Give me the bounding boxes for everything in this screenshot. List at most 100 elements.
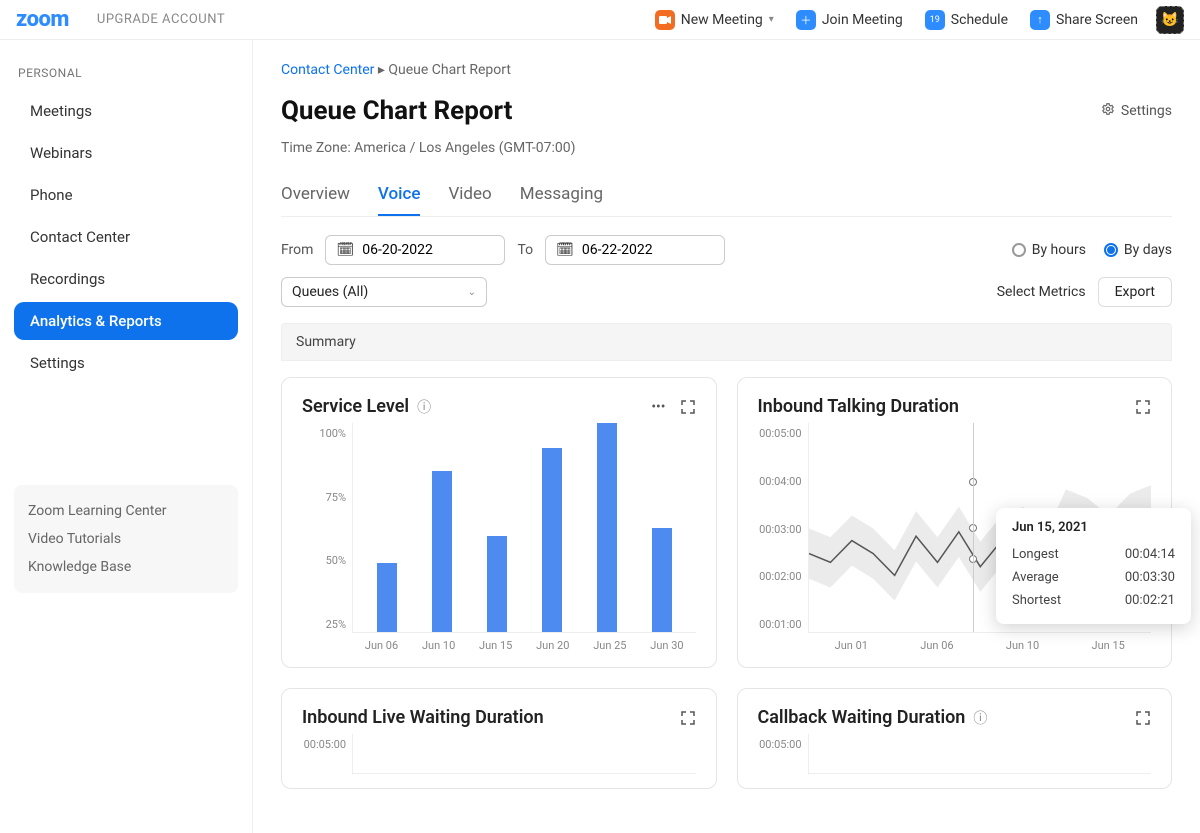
export-button[interactable]: Export xyxy=(1098,277,1172,307)
card-inbound-talking: Inbound Talking Duration 00:05:00 00:04:… xyxy=(737,377,1173,668)
chevron-down-icon: ▾ xyxy=(769,14,774,25)
sidebar-item-analytics-reports[interactable]: Analytics & Reports xyxy=(14,302,238,340)
calendar-icon: 🗓 xyxy=(336,242,354,258)
join-meeting-button[interactable]: ＋ Join Meeting xyxy=(796,10,903,30)
y-tick: 00:04:00 xyxy=(758,475,802,488)
y-tick: 00:03:00 xyxy=(758,523,802,536)
radio-by-days[interactable]: By days xyxy=(1104,242,1172,258)
y-tick: 00:05:00 xyxy=(758,427,802,440)
schedule-label: Schedule xyxy=(951,12,1008,28)
tooltip-label: Average xyxy=(1012,570,1059,585)
sidebar-item-webinars[interactable]: Webinars xyxy=(14,134,238,172)
x-tick: Jun 06 xyxy=(365,639,398,652)
from-date-input[interactable]: 🗓 xyxy=(325,235,505,265)
to-label: To xyxy=(517,242,533,258)
sidebar-item-recordings[interactable]: Recordings xyxy=(14,260,238,298)
expand-icon[interactable] xyxy=(1135,399,1151,415)
tab-video[interactable]: Video xyxy=(448,178,491,216)
sidebar-item-contact-center[interactable]: Contact Center xyxy=(14,218,238,256)
y-tick: 25% xyxy=(302,618,346,631)
y-tick: 00:02:00 xyxy=(758,570,802,583)
to-date-input[interactable]: 🗓 xyxy=(545,235,725,265)
new-meeting-button[interactable]: New Meeting ▾ xyxy=(655,10,774,30)
tooltip-value: 00:03:30 xyxy=(1125,570,1175,585)
x-tick: Jun 10 xyxy=(422,639,455,652)
filter-row-2: Queues (All) ⌄ Select Metrics Export xyxy=(281,277,1172,307)
radio-by-hours[interactable]: By hours xyxy=(1012,242,1086,258)
from-date-field[interactable] xyxy=(362,242,494,258)
radio-dot-icon xyxy=(1104,243,1118,257)
x-tick: Jun 10 xyxy=(1006,639,1039,652)
y-tick: 50% xyxy=(302,554,346,567)
info-icon[interactable]: ⓘ xyxy=(973,708,987,728)
sidebar-section-label: PERSONAL xyxy=(18,66,234,80)
x-tick: Jun 30 xyxy=(650,639,683,652)
bar xyxy=(487,536,507,632)
tooltip-value: 00:02:21 xyxy=(1125,593,1175,608)
radio-by-hours-label: By hours xyxy=(1032,242,1086,258)
x-axis: Jun 06Jun 10Jun 15Jun 20Jun 25Jun 30 xyxy=(353,639,696,652)
expand-icon[interactable] xyxy=(1135,710,1151,726)
topbar: zoom UPGRADE ACCOUNT New Meeting ▾ ＋ Joi… xyxy=(0,0,1200,40)
to-date-field[interactable] xyxy=(582,242,714,258)
x-axis: Jun 01Jun 06Jun 10Jun 15 xyxy=(809,639,1152,652)
radio-dot-icon xyxy=(1012,243,1026,257)
share-screen-button[interactable]: ↑ Share Screen xyxy=(1030,10,1138,30)
tab-overview[interactable]: Overview xyxy=(281,178,350,216)
queues-select[interactable]: Queues (All) ⌄ xyxy=(281,277,487,307)
share-icon: ↑ xyxy=(1030,10,1050,30)
breadcrumb-root[interactable]: Contact Center xyxy=(281,62,374,78)
hover-guideline xyxy=(973,423,974,632)
sidebar-footer-video-tutorials[interactable]: Video Tutorials xyxy=(28,525,224,553)
settings-link[interactable]: Settings xyxy=(1101,102,1172,120)
line-chart-plot xyxy=(808,734,1152,774)
bar-chart-plot: Jun 06Jun 10Jun 15Jun 20Jun 25Jun 30 xyxy=(352,423,696,633)
x-tick: Jun 20 xyxy=(536,639,569,652)
x-tick: Jun 15 xyxy=(1092,639,1125,652)
upgrade-account-link[interactable]: UPGRADE ACCOUNT xyxy=(97,12,225,27)
summary-header: Summary xyxy=(281,323,1172,361)
from-label: From xyxy=(281,242,313,258)
card-title: Service Level xyxy=(302,396,409,417)
bar xyxy=(542,448,562,632)
expand-icon[interactable] xyxy=(680,399,696,415)
chart-tooltip: Jun 15, 2021 Longest00:04:14 Average00:0… xyxy=(996,508,1191,624)
sidebar-footer-learning-center[interactable]: Zoom Learning Center xyxy=(28,497,224,525)
tooltip-value: 00:04:14 xyxy=(1125,547,1175,562)
gear-icon xyxy=(1101,102,1115,120)
y-axis: 00:05:00 xyxy=(302,734,352,774)
bar xyxy=(432,471,452,632)
settings-label: Settings xyxy=(1121,103,1172,119)
x-tick: Jun 15 xyxy=(479,639,512,652)
y-axis: 00:05:00 00:04:00 00:03:00 00:02:00 00:0… xyxy=(758,423,808,653)
bar xyxy=(377,563,397,632)
y-tick: 100% xyxy=(302,427,346,440)
sidebar-footer-knowledge-base[interactable]: Knowledge Base xyxy=(28,553,224,581)
avatar[interactable]: 😺 xyxy=(1156,6,1184,34)
y-axis: 100% 75% 50% 25% xyxy=(302,423,352,653)
select-metrics-button[interactable]: Select Metrics xyxy=(997,284,1086,300)
tab-voice[interactable]: Voice xyxy=(378,178,421,216)
page-title: Queue Chart Report xyxy=(281,96,512,126)
more-icon[interactable]: ••• xyxy=(651,399,665,415)
plus-icon: ＋ xyxy=(796,10,816,30)
x-tick: Jun 01 xyxy=(835,639,868,652)
sidebar-item-settings[interactable]: Settings xyxy=(14,344,238,382)
info-icon[interactable]: ⓘ xyxy=(417,397,431,417)
tooltip-label: Longest xyxy=(1012,547,1059,562)
expand-icon[interactable] xyxy=(680,710,696,726)
breadcrumb-separator: ▸ xyxy=(378,62,389,78)
card-callback-waiting: Callback Waiting Duration ⓘ 00:05:00 xyxy=(737,688,1173,789)
video-icon xyxy=(655,10,675,30)
sidebar-item-phone[interactable]: Phone xyxy=(14,176,238,214)
y-tick: 00:05:00 xyxy=(302,738,346,751)
card-title: Inbound Talking Duration xyxy=(758,396,960,417)
sidebar-item-meetings[interactable]: Meetings xyxy=(14,92,238,130)
y-axis: 00:05:00 xyxy=(758,734,808,774)
breadcrumb-current: Queue Chart Report xyxy=(388,62,511,78)
new-meeting-label: New Meeting xyxy=(681,12,763,28)
schedule-button[interactable]: 19 Schedule xyxy=(925,10,1008,30)
tab-messaging[interactable]: Messaging xyxy=(520,178,603,216)
card-title: Callback Waiting Duration xyxy=(758,707,966,728)
breadcrumb: Contact Center ▸ Queue Chart Report xyxy=(281,62,1172,78)
